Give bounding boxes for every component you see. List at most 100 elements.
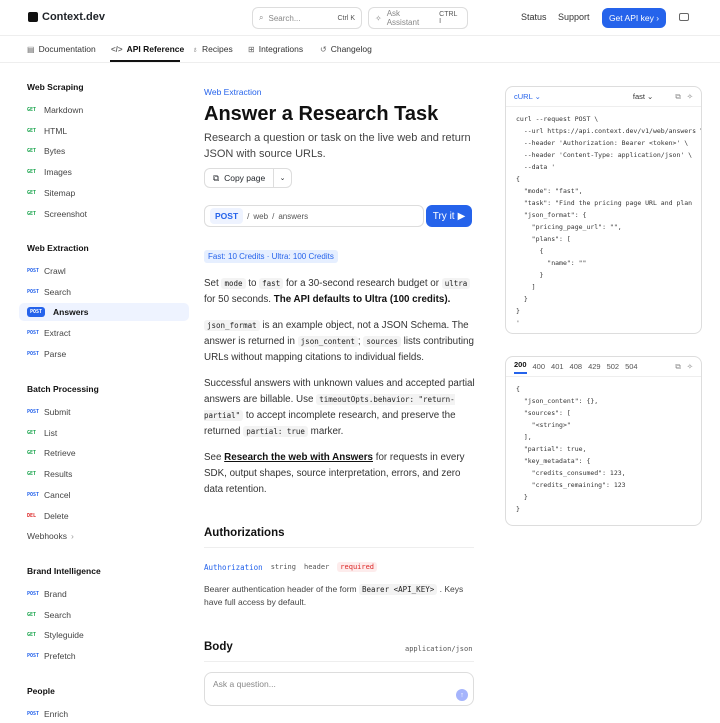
sidebar-item-crawl[interactable]: POST Crawl [19, 262, 189, 280]
assistant-shortcut: CTRL I [439, 11, 458, 25]
method-badge: GET [27, 107, 37, 113]
sidebar-item-markdown[interactable]: GET Markdown [19, 101, 189, 119]
inline-code: sources [363, 336, 401, 347]
status-tab-200[interactable]: 200 [514, 360, 527, 374]
get-api-key-button[interactable]: Get API key › [602, 8, 666, 28]
sidebar-section-title: Batch Processing [27, 384, 99, 394]
endpoint-bar[interactable]: POST / web / answers [204, 205, 424, 227]
status-tab-400[interactable]: 400 [533, 362, 546, 371]
sidebar-item-label: Prefetch [44, 651, 76, 662]
assistant-label: Ask Assistant [386, 9, 420, 27]
ask-assistant-button[interactable]: ✧ Ask Assistant CTRL I [368, 7, 468, 29]
copy-icon[interactable]: ⧉ [675, 92, 680, 102]
sidebar-item-delete[interactable]: DEL Delete [19, 507, 189, 525]
sidebar-item-label: Answers [53, 307, 89, 318]
path-segment: web [253, 211, 269, 221]
sidebar-item-label: Submit [44, 407, 71, 417]
sidebar-item-cancel[interactable]: POST Cancel [19, 486, 189, 504]
sidebar-item-answers[interactable]: POST Answers [19, 303, 189, 322]
divider [204, 547, 474, 548]
json-format-paragraph: json_format is an example object, not a … [204, 318, 479, 366]
chevron-down-icon[interactable]: ⌄ [273, 169, 291, 187]
text: See [204, 452, 222, 463]
variant-select[interactable]: fast ⌄ [633, 92, 653, 101]
search-input[interactable]: ⌕ Search... Ctrl K [252, 7, 362, 29]
status-link[interactable]: Status [521, 12, 547, 22]
sidebar-item-label: List [44, 427, 58, 438]
sidebar-section-title: Web Extraction [27, 243, 89, 253]
get-api-key-label: Get API key [608, 13, 654, 23]
sidebar-item-list[interactable]: GET List [19, 424, 189, 442]
lightbulb-icon: ♁ [192, 44, 198, 54]
tab-recipes[interactable]: ♁ Recipes [192, 44, 233, 54]
method-badge: GET [27, 632, 37, 639]
research-guide-link[interactable]: Research the web with Answers [224, 452, 373, 463]
sidebar-item-search[interactable]: POST Search [19, 283, 189, 301]
sidebar-item-submit[interactable]: POST Submit [19, 403, 189, 421]
sidebar-item-label: Enrich [44, 709, 69, 719]
try-it-label: Try it [432, 210, 455, 222]
sidebar-item-styleguide[interactable]: GET Styleguide [19, 626, 189, 644]
copy-page-button[interactable]: ⧉ Copy page ⌄ [204, 168, 292, 188]
method-badge: GET [27, 429, 37, 436]
brand-name: Context.dev [42, 11, 105, 23]
sidebar-item-retrieve[interactable]: GET Retrieve [19, 444, 189, 462]
sidebar-item-extract[interactable]: POST Extract [19, 324, 189, 342]
sidebar-item-brand[interactable]: POST Brand [19, 585, 189, 603]
play-icon: ▶ [457, 210, 466, 222]
top-bar: Context.dev ⌕ Search... Ctrl K ✧ Ask Ass… [0, 0, 720, 36]
authorizations-heading: Authorizations [204, 527, 285, 539]
tab-label: API Reference [126, 44, 185, 54]
status-tab-504[interactable]: 504 [625, 362, 638, 371]
history-icon: ↺ [320, 44, 327, 54]
language-label: cURL [514, 92, 533, 101]
sidebar-section-title: People [27, 686, 55, 696]
sidebar-item-enrich[interactable]: POST Enrich [19, 705, 189, 723]
method-badge: POST [27, 268, 40, 274]
sparkle-icon[interactable]: ✧ [687, 92, 693, 101]
status-tab-408[interactable]: 408 [570, 362, 583, 371]
active-tab-indicator [110, 60, 180, 62]
sidebar-item-bytes[interactable]: GET Bytes [19, 142, 189, 160]
sidebar-item-sitemap[interactable]: GET Sitemap [19, 184, 189, 202]
sidebar-item-html[interactable]: GET HTML [19, 122, 189, 140]
sidebar-item-search[interactable]: GET Search [19, 606, 189, 624]
status-tab-401[interactable]: 401 [551, 362, 564, 371]
try-it-button[interactable]: Try it ▶ [426, 205, 472, 227]
tab-integrations[interactable]: ⊞ Integrations [248, 44, 303, 54]
copy-icon[interactable]: ⧉ [675, 362, 680, 372]
sidebar-item-parse[interactable]: POST Parse [19, 345, 189, 363]
page-title: Answer a Research Task [204, 103, 439, 125]
tab-documentation[interactable]: ▤ Documentation [27, 44, 96, 54]
sparkle-icon[interactable]: ✧ [687, 362, 693, 371]
sidebar-item-screenshot[interactable]: GET Screenshot [19, 205, 189, 223]
sidebar-item-webhooks[interactable]: Webhooks › [19, 527, 189, 545]
method-badge: GET [27, 210, 37, 217]
status-tab-429[interactable]: 429 [588, 362, 601, 371]
brand-logo[interactable]: Context.dev [28, 11, 105, 23]
tab-api-reference[interactable]: </> API Reference [111, 44, 184, 54]
language-select[interactable]: cURL ⌄ [514, 92, 541, 101]
param-name: Authorization [204, 562, 263, 572]
required-badge: required [337, 562, 378, 572]
sidebar-item-images[interactable]: GET Images [19, 163, 189, 181]
support-link[interactable]: Support [558, 12, 590, 22]
text: marker. [310, 426, 344, 437]
sidebar-item-results[interactable]: GET Results [19, 465, 189, 483]
method-badge: POST [27, 591, 40, 597]
body-heading: Body [204, 641, 233, 653]
tab-changelog[interactable]: ↺ Changelog [320, 44, 372, 54]
variant-label: fast [632, 92, 645, 101]
monitor-icon[interactable] [679, 13, 689, 21]
breadcrumb[interactable]: Web Extraction [204, 87, 261, 97]
sparkle-icon: ✧ [375, 13, 382, 23]
page-subtitle: Research a question or task on the live … [204, 132, 471, 160]
bold-text: The API defaults to Ultra (100 credits). [273, 294, 451, 305]
response-code: { "json_content": {}, "sources": [ "<str… [516, 385, 626, 513]
status-tab-502[interactable]: 502 [607, 362, 620, 371]
sidebar-item-prefetch[interactable]: POST Prefetch [19, 647, 189, 665]
param-location: header [304, 563, 330, 571]
content-type: application/json [405, 645, 473, 653]
send-icon[interactable]: ↑ [456, 689, 468, 701]
ask-question-input[interactable]: Ask a question... [204, 672, 474, 706]
